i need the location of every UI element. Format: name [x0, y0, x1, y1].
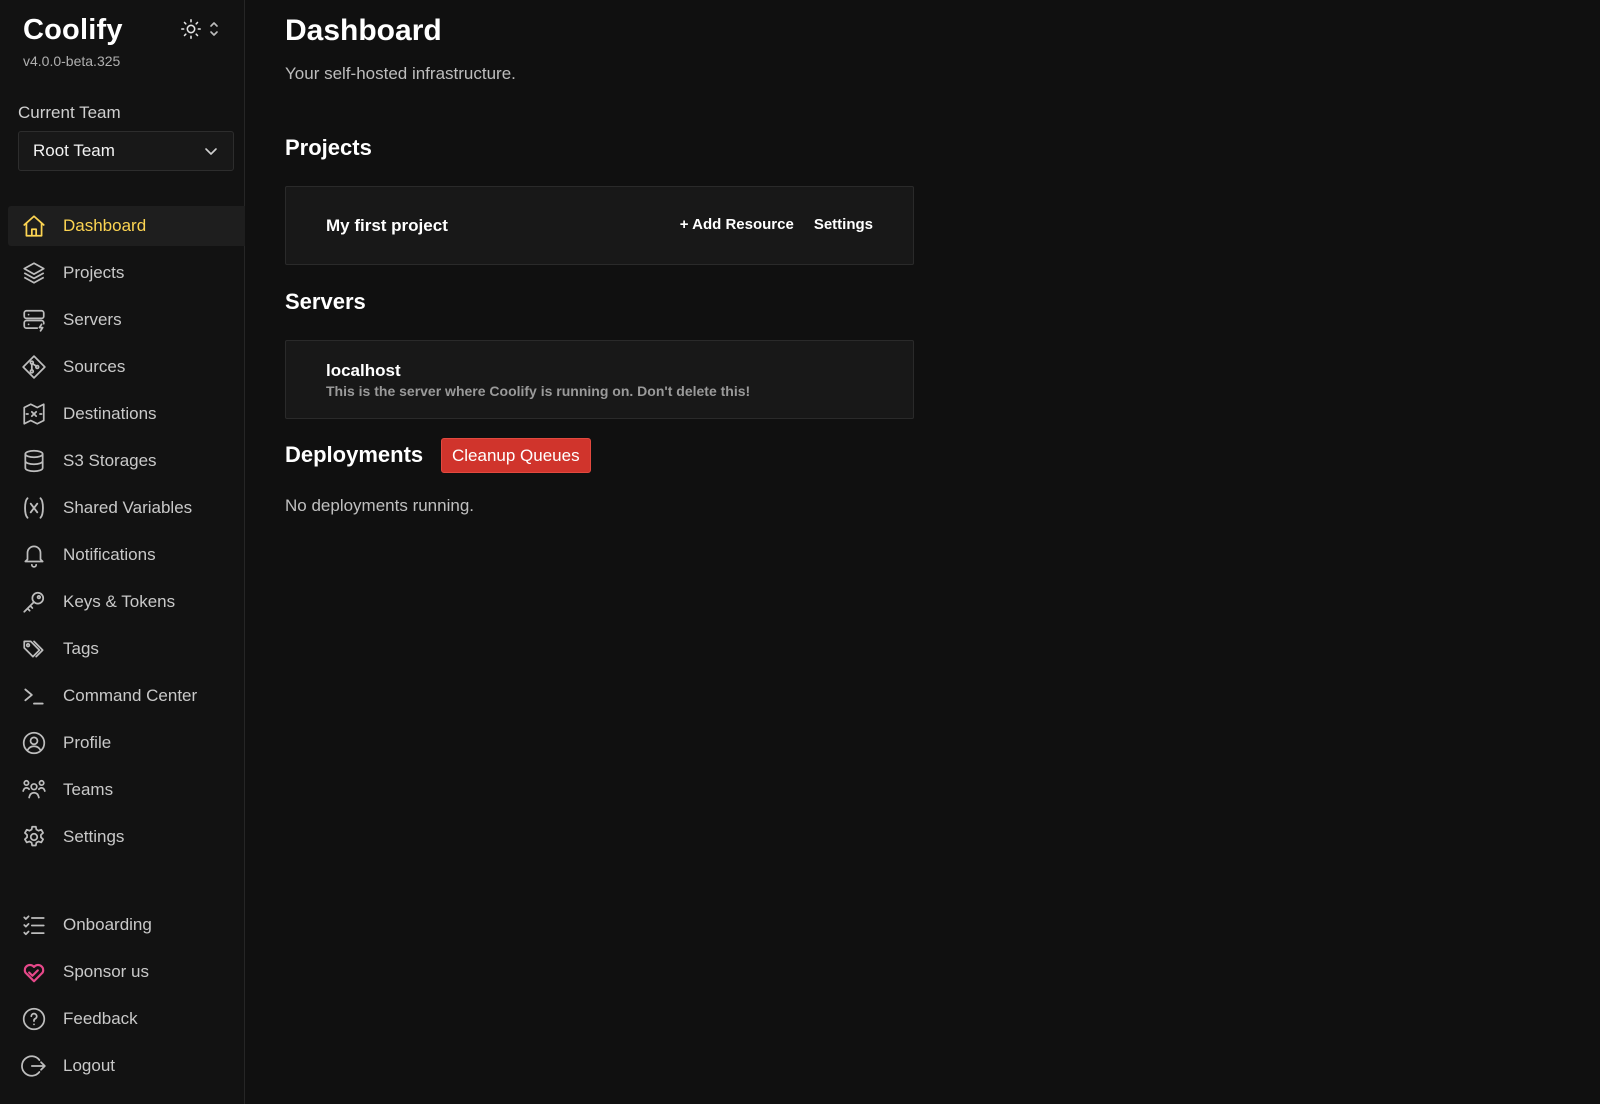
page-title: Dashboard: [285, 14, 442, 47]
key-icon: [20, 588, 48, 616]
sidebar-item-label: Tags: [63, 639, 99, 658]
sidebar-item-teams[interactable]: Teams: [8, 770, 245, 810]
logout-icon: [20, 1052, 48, 1080]
version-label: v4.0.0-beta.325: [23, 53, 121, 69]
sidebar: Coolify v4.0.0-beta.325 Current Team Roo…: [0, 0, 245, 1104]
sidebar-item-tags[interactable]: Tags: [8, 629, 245, 669]
tags-icon: [20, 635, 48, 663]
server-card[interactable]: localhost This is the server where Cooli…: [285, 340, 914, 419]
sidebar-item-sources[interactable]: Sources: [8, 347, 245, 387]
brand-logo[interactable]: Coolify: [23, 14, 123, 47]
user-circle-icon: [20, 729, 48, 757]
sidebar-item-label: Settings: [63, 827, 125, 846]
sidebar-item-label: Profile: [63, 733, 112, 752]
servers-heading: Servers: [285, 289, 366, 314]
sidebar-item-feedback[interactable]: Feedback: [8, 999, 245, 1039]
database-icon: [20, 447, 48, 475]
sidebar-item-dashboard[interactable]: Dashboard: [8, 206, 245, 246]
sidebar-item-label: Dashboard: [63, 216, 147, 235]
project-settings-link[interactable]: Settings: [814, 216, 873, 233]
sidebar-item-label: Shared Variables: [63, 498, 193, 517]
sidebar-item-s3-storages[interactable]: S3 Storages: [8, 441, 245, 481]
no-deployments-text: No deployments running.: [285, 496, 475, 515]
sidebar-item-keys-tokens[interactable]: Keys & Tokens: [8, 582, 245, 622]
page-subtitle: Your self-hosted infrastructure.: [285, 64, 516, 83]
variable-icon: [20, 494, 48, 522]
sidebar-item-sponsor[interactable]: Sponsor us: [8, 952, 245, 992]
sidebar-item-label: Sponsor us: [63, 962, 149, 981]
bell-icon: [20, 541, 48, 569]
app-root: Coolify v4.0.0-beta.325 Current Team Roo…: [0, 0, 1600, 1104]
sidebar-item-label: Servers: [63, 310, 122, 329]
team-select[interactable]: Root Team: [18, 131, 234, 171]
git-source-icon: [20, 353, 48, 381]
sidebar-item-label: Projects: [63, 263, 125, 282]
deployments-heading: Deployments: [285, 442, 424, 467]
sidebar-item-label: Command Center: [63, 686, 198, 705]
sidebar-item-onboarding[interactable]: Onboarding: [8, 905, 245, 945]
layers-icon: [20, 259, 48, 287]
main-content: Dashboard Your self-hosted infrastructur…: [245, 0, 1600, 1104]
chevron-down-icon: [203, 143, 219, 159]
add-resource-link[interactable]: + Add Resource: [680, 216, 794, 233]
help-circle-icon: [20, 1005, 48, 1033]
sidebar-item-label: Notifications: [63, 545, 156, 564]
sidebar-item-projects[interactable]: Projects: [8, 253, 245, 293]
sidebar-item-servers[interactable]: Servers: [8, 300, 245, 340]
sidebar-item-label: Onboarding: [63, 915, 152, 934]
sidebar-item-label: Logout: [63, 1056, 115, 1075]
sidebar-item-label: Sources: [63, 357, 126, 376]
projects-heading: Projects: [285, 135, 372, 160]
destination-icon: [20, 400, 48, 428]
theme-toggle[interactable]: [180, 18, 220, 40]
sidebar-item-profile[interactable]: Profile: [8, 723, 245, 763]
sidebar-item-label: Destinations: [63, 404, 157, 423]
cleanup-queues-button[interactable]: Cleanup Queues: [441, 438, 591, 473]
sidebar-item-logout[interactable]: Logout: [8, 1046, 245, 1086]
sidebar-item-label: S3 Storages: [63, 451, 157, 470]
home-icon: [20, 212, 48, 240]
project-card[interactable]: My first project + Add Resource Settings: [285, 186, 914, 265]
sidebar-item-notifications[interactable]: Notifications: [8, 535, 245, 575]
server-description: This is the server where Coolify is runn…: [326, 383, 751, 399]
chevron-up-down-icon: [210, 22, 218, 36]
sidebar-item-label: Teams: [63, 780, 114, 799]
users-icon: [20, 776, 48, 804]
terminal-icon: [20, 682, 48, 710]
sidebar-item-settings[interactable]: Settings: [8, 817, 245, 857]
gear-icon: [20, 823, 48, 851]
project-actions: + Add Resource Settings: [680, 216, 873, 233]
server-name: localhost: [326, 361, 401, 380]
sidebar-item-command-center[interactable]: Command Center: [8, 676, 245, 716]
current-team-label: Current Team: [18, 103, 121, 122]
team-select-value: Root Team: [33, 141, 115, 160]
project-name[interactable]: My first project: [326, 216, 448, 236]
heart-icon: [20, 958, 48, 986]
sidebar-item-destinations[interactable]: Destinations: [8, 394, 245, 434]
sun-icon: [181, 19, 201, 39]
sidebar-item-label: Feedback: [63, 1009, 138, 1028]
sidebar-item-label: Keys & Tokens: [63, 592, 176, 611]
sidebar-item-shared-variables[interactable]: Shared Variables: [8, 488, 245, 528]
server-icon: [20, 306, 48, 334]
checklist-icon: [20, 911, 48, 939]
